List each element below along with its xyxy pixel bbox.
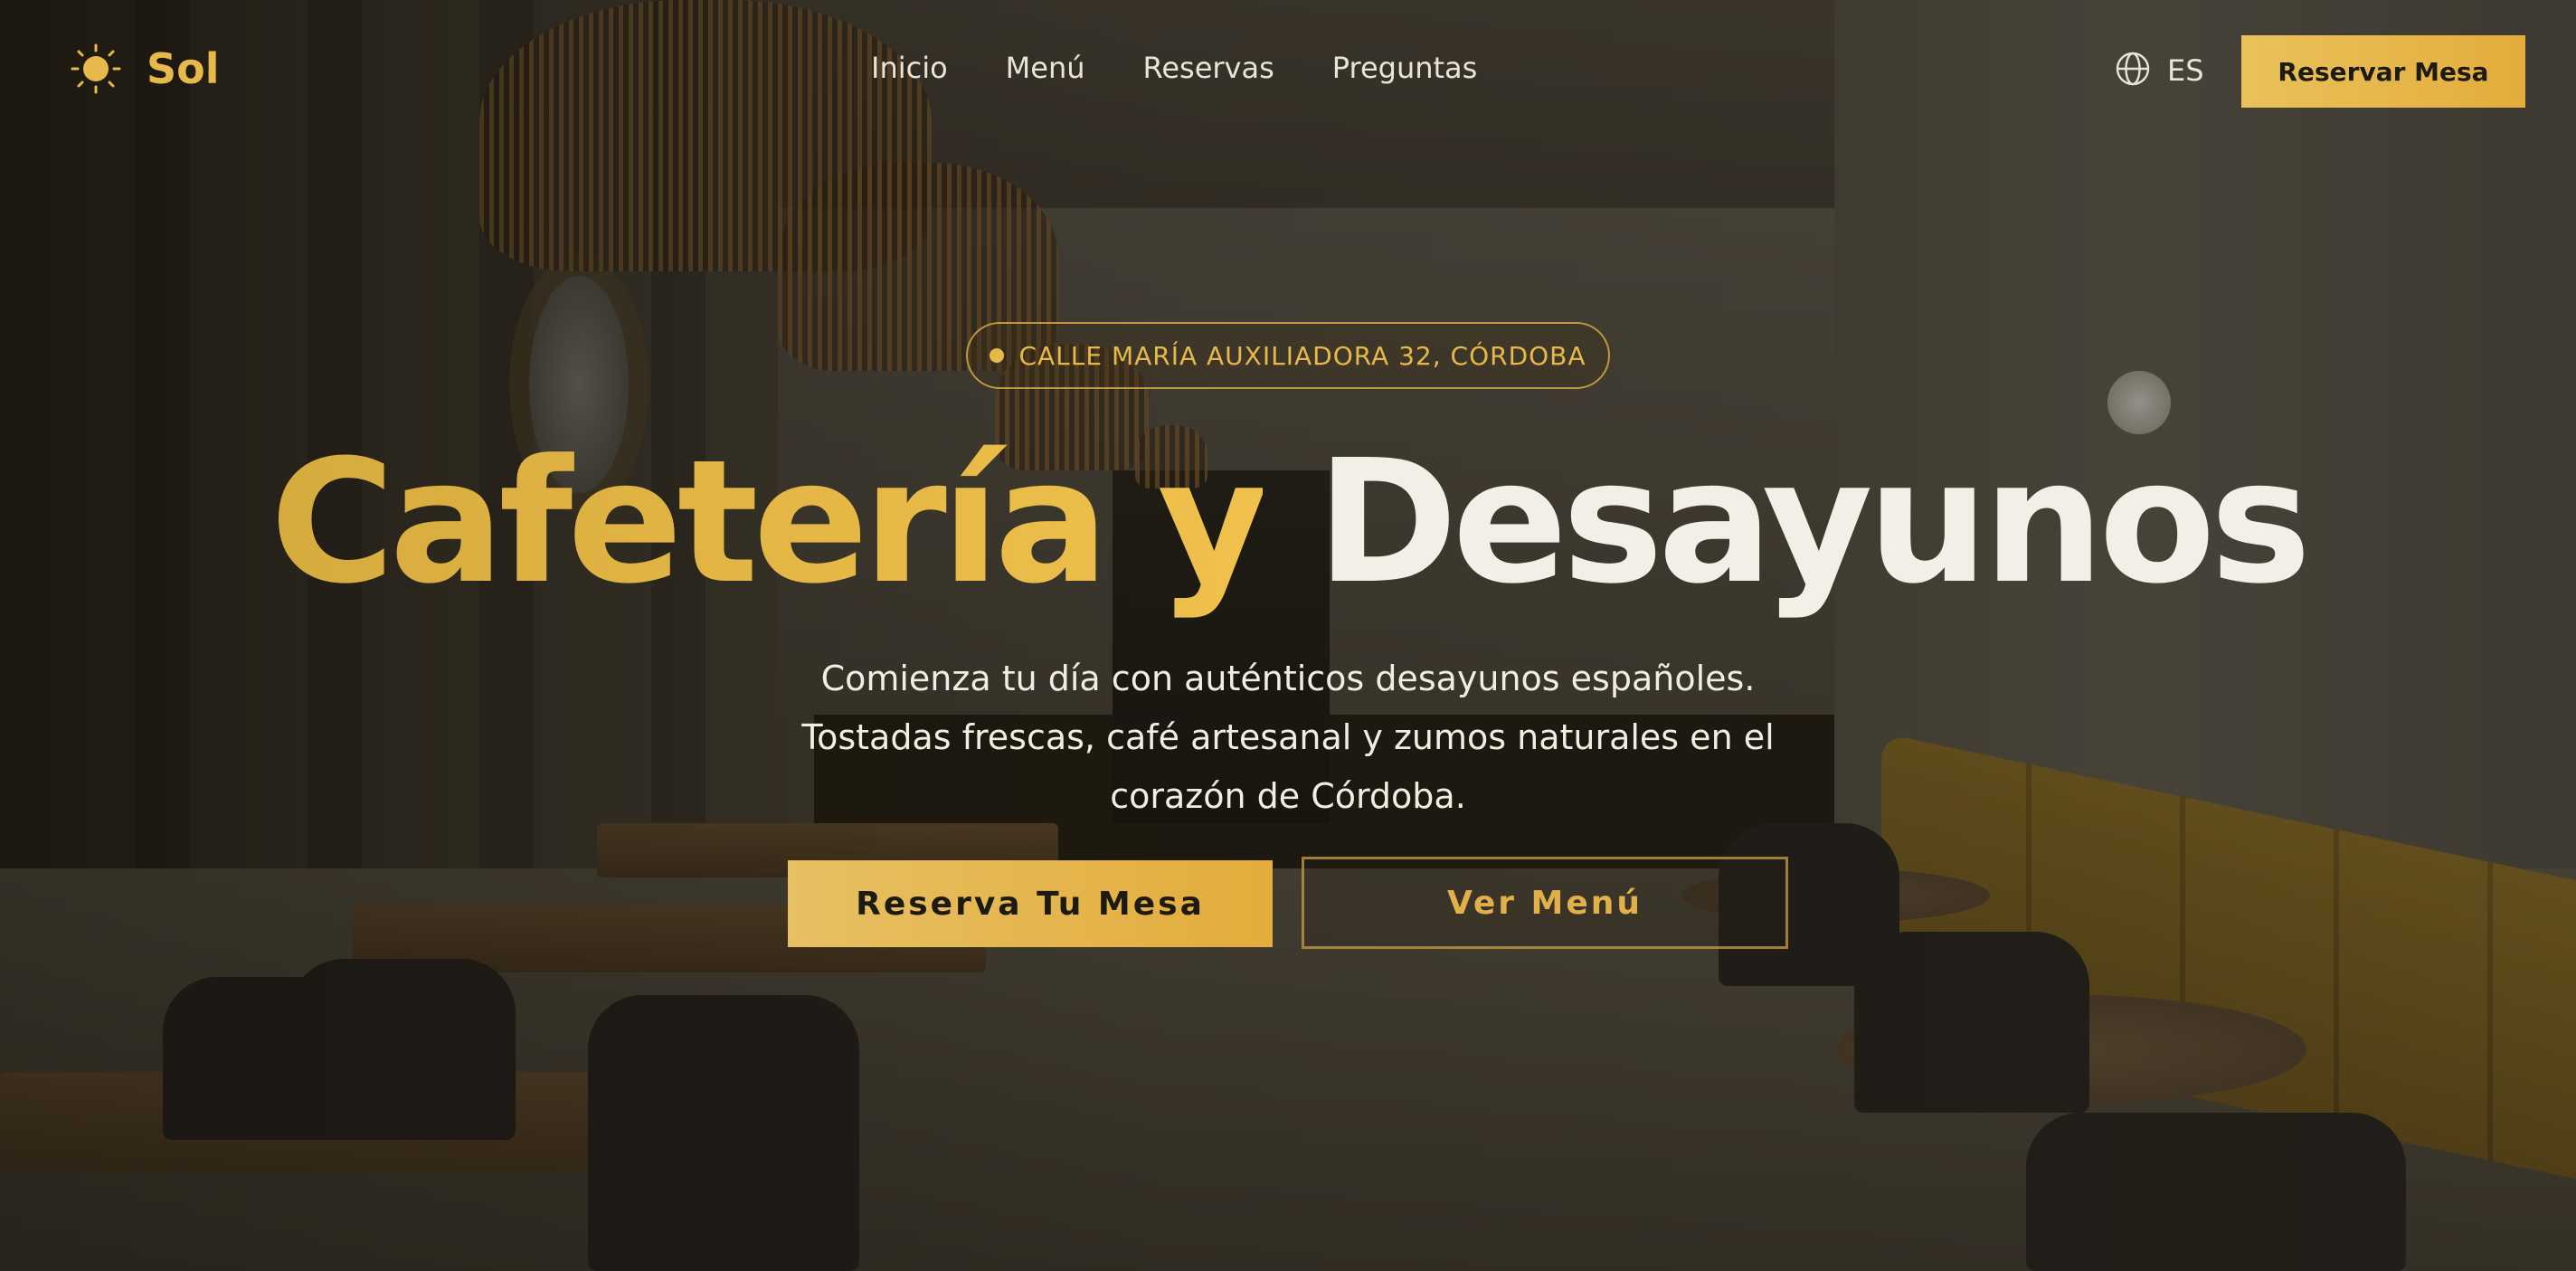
top-navigation: Sol Inicio Menú Reservas Preguntas ES Re…	[0, 0, 2576, 140]
nav-link-preguntas[interactable]: Preguntas	[1332, 51, 1478, 85]
ver-menu-button[interactable]: Ver Menú	[1302, 857, 1788, 949]
hero-subtitle: Comienza tu día con auténticos desayunos…	[801, 659, 1775, 816]
location-dot-icon	[990, 348, 1005, 363]
nav-link-reservas[interactable]: Reservas	[1143, 51, 1274, 85]
hero-title-white: Desayunos	[1316, 423, 2312, 621]
address-badge: CALLE MARÍA AUXILIADORA 32, CÓRDOBA	[966, 322, 1610, 389]
sun-icon	[71, 43, 121, 94]
hero-background-image	[0, 0, 2576, 1271]
address-text: CALLE MARÍA AUXILIADORA 32, CÓRDOBA	[1018, 340, 1586, 371]
language-label: ES	[2167, 53, 2204, 88]
hero-title-gold: Cafetería y	[270, 423, 1269, 621]
nav-links: Inicio Menú Reservas Preguntas	[871, 51, 1477, 85]
brand-logo[interactable]: Sol	[71, 43, 220, 94]
reserva-tu-mesa-button[interactable]: Reserva Tu Mesa	[788, 860, 1273, 947]
nav-link-inicio[interactable]: Inicio	[871, 51, 948, 85]
brand-name: Sol	[147, 44, 220, 93]
reservar-mesa-button[interactable]: Reservar Mesa	[2241, 35, 2525, 108]
globe-icon	[2115, 51, 2151, 90]
language-selector[interactable]: ES	[2115, 51, 2204, 90]
nav-link-menu[interactable]: Menú	[1006, 51, 1085, 85]
hero-title: Cafetería y Desayunos	[0, 423, 2576, 622]
